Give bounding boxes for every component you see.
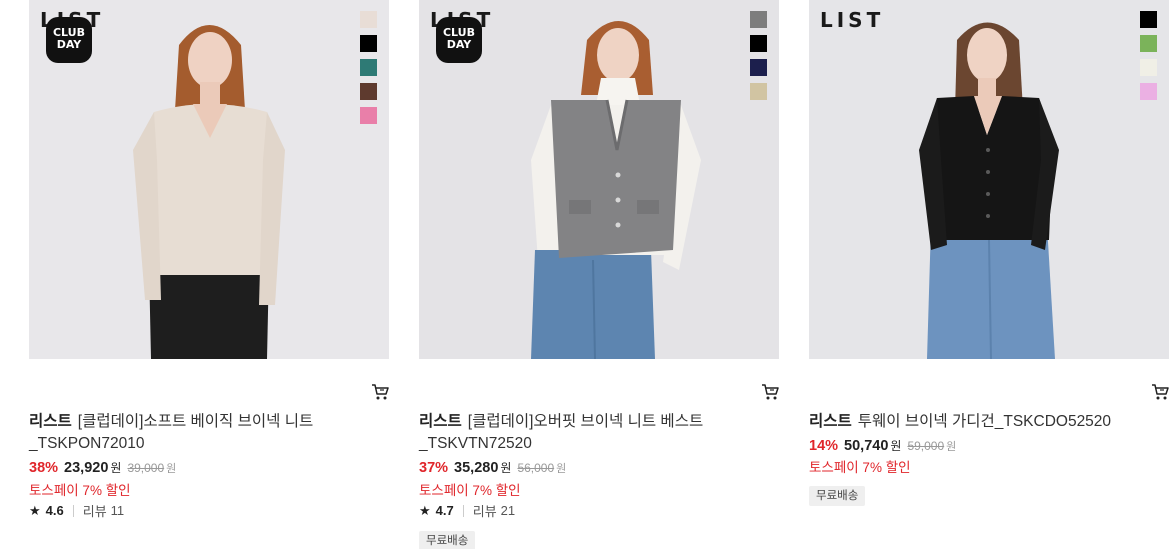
- divider: [462, 504, 464, 517]
- color-swatches: [750, 11, 767, 100]
- free-shipping-badge: 무료배송: [419, 531, 476, 549]
- review-label: 리뷰: [82, 504, 107, 519]
- brand-logo: LIST: [820, 8, 885, 32]
- tosspay-discount: 토스페이 7% 할인: [809, 460, 911, 475]
- color-swatch[interactable]: [360, 11, 377, 28]
- original-price-unit: 원: [946, 441, 957, 453]
- color-swatch[interactable]: [360, 59, 377, 76]
- original-price-unit: 원: [166, 463, 177, 475]
- review-label: 리뷰: [472, 504, 497, 519]
- product-image[interactable]: LIST CLUB DAY: [419, 0, 779, 359]
- price-unit: 원: [890, 439, 902, 453]
- color-swatch[interactable]: [1140, 11, 1157, 28]
- review-count: 11: [110, 503, 125, 518]
- divider: [72, 504, 74, 517]
- price-unit: 원: [110, 461, 122, 475]
- club-day-badge: CLUB DAY: [436, 17, 482, 63]
- product-card[interactable]: LIST 리스트 투웨이 브이넥 가디건_TSKCDO52520 14% 50,7…: [809, 0, 1169, 549]
- price-unit: 원: [500, 461, 512, 475]
- product-card[interactable]: LIST CLUB DAY 리스트[클럽데이]오버핏 브이넥 니트 베스트_TS…: [419, 0, 779, 549]
- color-swatches: [1140, 11, 1157, 100]
- discount-rate: 38%: [29, 460, 59, 476]
- color-swatch[interactable]: [1140, 59, 1157, 76]
- original-price-unit: 원: [556, 463, 567, 475]
- color-swatch[interactable]: [1140, 83, 1157, 100]
- color-swatch[interactable]: [750, 35, 767, 52]
- rating-score: 4.7: [435, 503, 454, 518]
- product-title[interactable]: 리스트 [클럽데이]오버핏 브이넥 니트 베스트_TSKVTN72520: [419, 411, 749, 455]
- rating-score: 4.6: [45, 503, 64, 518]
- color-swatch[interactable]: [1140, 35, 1157, 52]
- color-swatch[interactable]: [750, 83, 767, 100]
- product-title[interactable]: 리스트 [클럽데이]소프트 베이직 브이넥 니트_TSKPON72010: [29, 411, 359, 455]
- product-title[interactable]: 리스트 투웨이 브이넥 가디건_TSKCDO52520: [809, 411, 1139, 433]
- tosspay-discount: 토스페이 7% 할인: [419, 483, 521, 498]
- cart-icon[interactable]: [1151, 383, 1169, 401]
- brand-name: 리스트: [419, 413, 462, 430]
- sale-price: 23,920: [64, 460, 109, 476]
- star-icon: ★: [29, 502, 41, 518]
- cart-icon[interactable]: [371, 383, 389, 401]
- color-swatch[interactable]: [750, 59, 767, 76]
- product-image[interactable]: LIST CLUB DAY: [29, 0, 389, 359]
- free-shipping-badge: 무료배송: [809, 486, 866, 506]
- color-swatch[interactable]: [360, 83, 377, 100]
- sale-price: 35,280: [454, 460, 499, 476]
- rating-row: ★ 4.7 리뷰 21: [419, 501, 515, 520]
- product-card[interactable]: LIST CLUB DAY 리스트[클럽데이]소프트 베이직 브이넥 니트_TS…: [29, 0, 389, 549]
- brand-name: 리스트: [809, 413, 852, 430]
- rating-row: ★ 4.6 리뷰 11: [29, 501, 124, 520]
- product-image[interactable]: LIST: [809, 0, 1169, 359]
- color-swatches: [360, 11, 377, 124]
- color-swatch[interactable]: [360, 107, 377, 124]
- product-name: 투웨이 브이넥 가디건_TSKCDO52520: [857, 413, 1112, 430]
- original-price: 59,000: [907, 439, 945, 453]
- color-swatch[interactable]: [360, 35, 377, 52]
- discount-rate: 14%: [809, 438, 839, 454]
- color-swatch[interactable]: [750, 11, 767, 28]
- star-icon: ★: [419, 502, 431, 518]
- cart-icon[interactable]: [761, 383, 779, 401]
- brand-name: 리스트: [29, 413, 72, 430]
- discount-rate: 37%: [419, 460, 449, 476]
- tosspay-discount: 토스페이 7% 할인: [29, 483, 131, 498]
- sale-price: 50,740: [844, 438, 889, 454]
- price-row: 38% 23,920 원 39,000 원: [29, 459, 176, 476]
- review-count: 21: [500, 503, 516, 518]
- original-price: 56,000: [517, 461, 555, 475]
- model-photo-cardigan: [809, 0, 1169, 359]
- original-price: 39,000: [127, 461, 165, 475]
- price-row: 14% 50,740 원 59,000 원: [809, 437, 956, 454]
- club-day-badge: CLUB DAY: [46, 17, 92, 63]
- price-row: 37% 35,280 원 56,000 원: [419, 459, 566, 476]
